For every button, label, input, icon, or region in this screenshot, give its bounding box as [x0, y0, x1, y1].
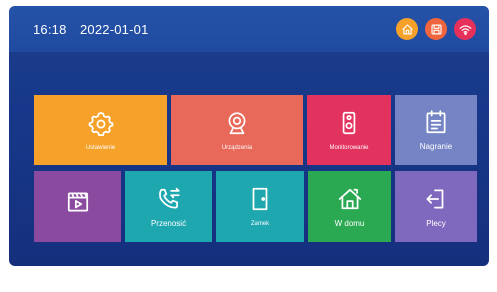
home-icon: [338, 188, 361, 209]
status-bar: 16:18 2022-01-01: [9, 6, 489, 52]
tile-w-domu[interactable]: W domu: [308, 171, 391, 242]
tile-label: Nagranie: [419, 142, 453, 151]
tile-label: Przenosić: [150, 218, 187, 228]
calendar-notes-icon: [426, 110, 446, 134]
door-station-icon: [342, 111, 356, 134]
tile-urzadzenia[interactable]: Urządzenia: [171, 95, 303, 165]
tile-video[interactable]: [34, 171, 121, 242]
back-exit-icon: [426, 188, 444, 209]
tile-label: Zamek: [250, 221, 270, 227]
tile-label: W domu: [334, 218, 365, 228]
wifi-icon[interactable]: [454, 18, 476, 40]
clock-date: 2022-01-01: [80, 22, 149, 37]
save-card-icon[interactable]: [425, 18, 447, 40]
tile-plecy[interactable]: Plecy: [395, 171, 477, 242]
tile-label: Plecy: [426, 218, 446, 228]
home-mode-icon[interactable]: [396, 18, 418, 40]
tile-nagranie[interactable]: Nagranie: [395, 95, 477, 165]
intercom-screen: 16:18 2022-01-01 Ustawienie Urządzenia M…: [9, 6, 489, 266]
tile-zamek[interactable]: Zamek: [216, 171, 304, 242]
tile-label: Monitorowanie: [329, 144, 369, 151]
door-icon: [252, 187, 268, 211]
tile-label: Urządzenia: [221, 144, 253, 151]
webcam-icon: [228, 111, 246, 134]
tile-przenosic[interactable]: Przenosić: [125, 171, 212, 242]
tile-monitorowanie[interactable]: Monitorowanie: [307, 95, 391, 165]
clock-time: 16:18: [33, 22, 67, 37]
settings-gear-icon: [88, 111, 113, 136]
video-clapper-icon: [67, 192, 88, 212]
tile-label: Ustawienie: [85, 144, 116, 151]
call-transfer-icon: [158, 187, 180, 209]
tile-ustawienie[interactable]: Ustawienie: [34, 95, 167, 165]
